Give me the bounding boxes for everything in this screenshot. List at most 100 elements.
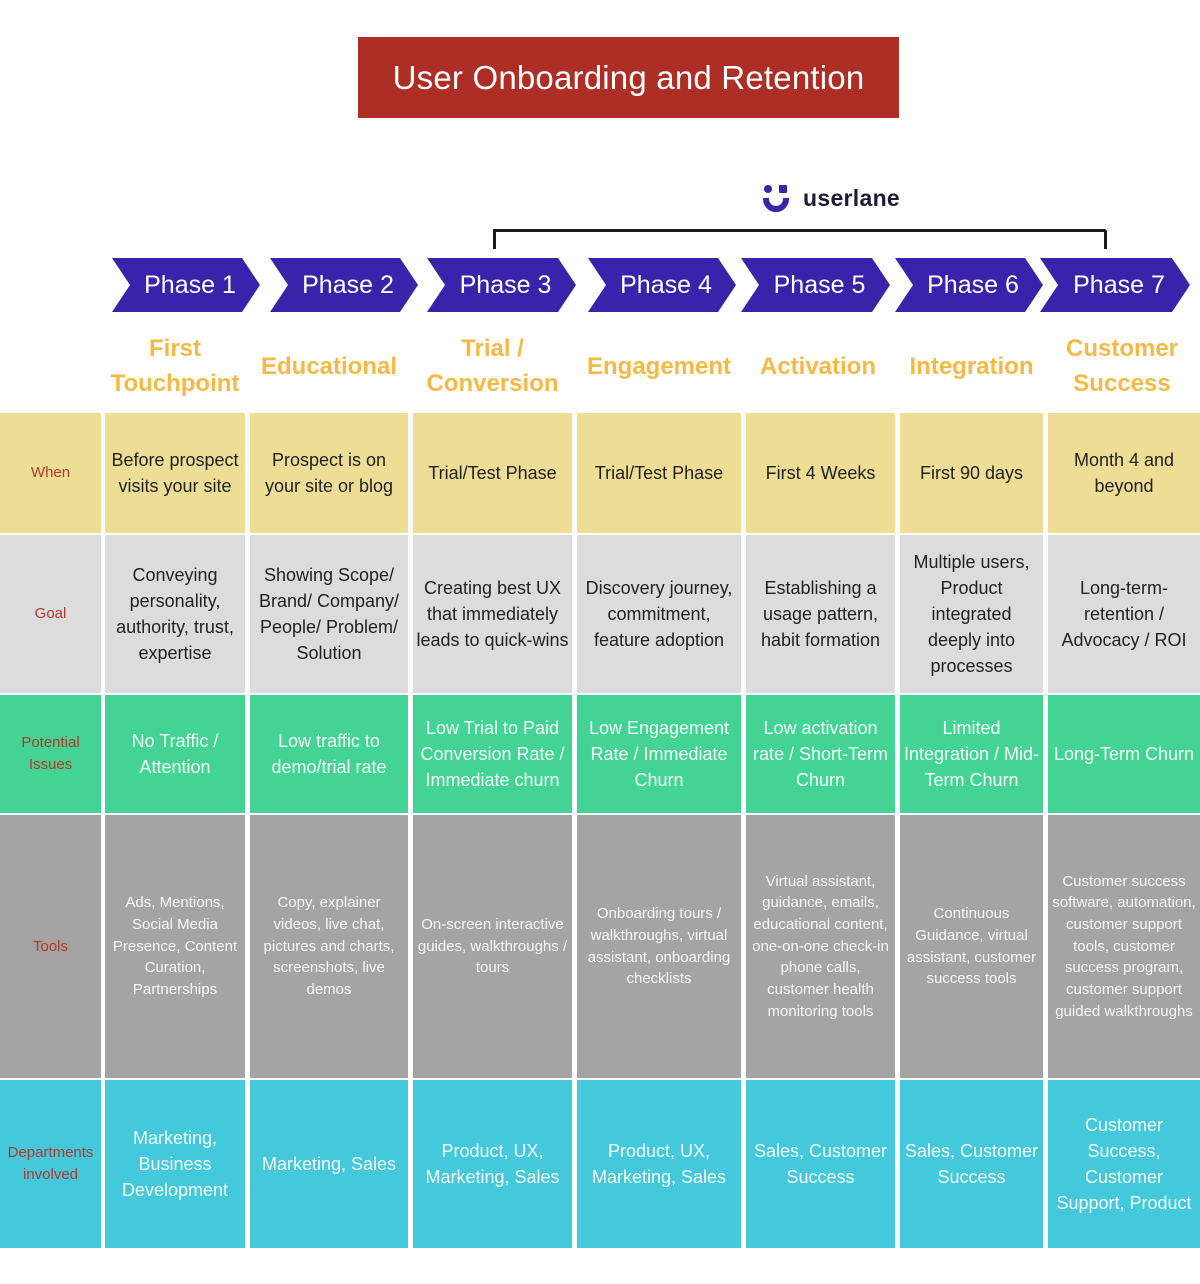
cell-text: Low traffic to demo/trial rate <box>271 731 387 777</box>
row-label-text: Potential Issues <box>21 734 80 773</box>
row-label-text: When <box>30 464 71 481</box>
cell-text: On-screen interactive guides, walkthroug… <box>417 915 568 977</box>
stage-title-1: First Touchpoint <box>110 335 240 397</box>
stage-title-5: Activation <box>759 352 876 380</box>
table-cell-when-phase-4: Trial/Test Phase <box>577 413 741 533</box>
table-cell-goal-phase-1: Conveying personality, authority, trust,… <box>105 535 245 693</box>
phase-arrow-6: Phase 6 <box>895 258 1043 312</box>
phase-arrow-2: Phase 2 <box>270 258 418 312</box>
table-cell-departments-involved-phase-3: Product, UX, Marketing, Sales <box>413 1080 572 1248</box>
cell-text: Trial/Test Phase <box>428 463 557 483</box>
cell-text: Low activation rate / Short-Term Churn <box>752 718 889 790</box>
table-cell-when-phase-5: First 4 Weeks <box>746 413 895 533</box>
table-cell-goal-phase-5: Establishing a usage pattern, habit form… <box>746 535 895 693</box>
cell-text: Before prospect visits your site <box>111 450 239 496</box>
table-cell-potential-issues-phase-1: No Traffic / Attention <box>105 695 245 813</box>
phase-label: Phase 5 <box>773 270 866 299</box>
row-label-departments-involved: Departments involved <box>0 1080 101 1248</box>
table-cell-potential-issues-phase-4: Low Engagement Rate / Immediate Churn <box>577 695 741 813</box>
cell-text: Sales, Customer Success <box>904 1141 1039 1187</box>
cell-text: First 4 Weeks <box>765 463 876 483</box>
brand-name: userlane <box>803 184 901 211</box>
cell-text: Low Trial to Paid Conversion Rate / Imme… <box>420 718 565 790</box>
table-cell-potential-issues-phase-7: Long-Term Churn <box>1048 695 1200 813</box>
cell-text: Establishing a usage pattern, habit form… <box>760 578 881 650</box>
stage-title-6: Integration <box>909 352 1034 380</box>
table-cell-goal-phase-6: Multiple users, Product integrated deepl… <box>900 535 1043 693</box>
table-cell-tools-phase-4: Onboarding tours / walkthroughs, virtual… <box>577 815 741 1078</box>
cell-text: Customer Success, Customer Support, Prod… <box>1056 1115 1192 1213</box>
table-cell-departments-involved-phase-4: Product, UX, Marketing, Sales <box>577 1080 741 1248</box>
phase-label: Phase 6 <box>927 270 1019 299</box>
stage-title-3: Trial / Conversion <box>426 335 559 397</box>
cell-text: Virtual assistant, guidance, emails, edu… <box>752 872 889 1020</box>
cell-text: Marketing, Business Development <box>121 1128 229 1200</box>
phase-label: Phase 7 <box>1073 270 1165 299</box>
cell-text: Trial/Test Phase <box>594 463 724 483</box>
table-cell-tools-phase-2: Copy, explainer videos, live chat, pictu… <box>250 815 408 1078</box>
cell-text: Creating best UX that immediately leads … <box>416 578 569 650</box>
table-cell-when-phase-2: Prospect is on your site or blog <box>250 413 408 533</box>
cell-text: Showing Scope/ Brand/ Company/ People/ P… <box>258 565 400 663</box>
stage-title-4: Engagement <box>586 352 732 380</box>
cell-text: Prospect is on your site or blog <box>264 450 394 496</box>
cell-text: Low Engagement Rate / Immediate Churn <box>588 718 730 790</box>
phase-arrow-3: Phase 3 <box>427 258 576 312</box>
cell-text: Sales, Customer Success <box>753 1141 888 1187</box>
stage-title-7: Customer Success <box>1065 335 1179 397</box>
cell-text: No Traffic / Attention <box>131 731 219 777</box>
table-cell-when-phase-3: Trial/Test Phase <box>413 413 572 533</box>
table-cell-when-phase-6: First 90 days <box>900 413 1043 533</box>
userlane-logo: userlane <box>763 184 900 212</box>
row-label-tools: Tools <box>0 815 101 1078</box>
phase-arrow-4: Phase 4 <box>588 258 736 312</box>
table-cell-departments-involved-phase-7: Customer Success, Customer Support, Prod… <box>1048 1080 1200 1248</box>
table-cell-goal-phase-7: Long-term-retention / Advocacy / ROI <box>1048 535 1200 693</box>
table-cell-goal-phase-4: Discovery journey, commitment, feature a… <box>577 535 741 693</box>
phase-arrow-5: Phase 5 <box>741 258 890 312</box>
phase-label: Phase 2 <box>302 270 394 299</box>
table-cell-when-phase-7: Month 4 and beyond <box>1048 413 1200 533</box>
cell-text: Long-Term Churn <box>1053 744 1195 764</box>
phase-label: Phase 4 <box>620 270 712 299</box>
page-title: User Onboarding and Retention <box>358 37 899 118</box>
table-cell-potential-issues-phase-5: Low activation rate / Short-Term Churn <box>746 695 895 813</box>
stage-title-2: Educational <box>260 352 398 380</box>
row-label-goal: Goal <box>0 535 101 693</box>
table-cell-tools-phase-5: Virtual assistant, guidance, emails, edu… <box>746 815 895 1078</box>
cell-text: Copy, explainer videos, live chat, pictu… <box>263 894 395 999</box>
cell-text: Conveying personality, authority, trust,… <box>116 565 234 663</box>
row-label-text: Departments involved <box>7 1144 94 1183</box>
phase-arrow-1: Phase 1 <box>112 258 260 312</box>
row-label-potential-issues: Potential Issues <box>0 695 101 813</box>
table-cell-potential-issues-phase-6: Limited Integration / Mid-Term Churn <box>900 695 1043 813</box>
row-label-when: When <box>0 413 101 533</box>
table-cell-when-phase-1: Before prospect visits your site <box>105 413 245 533</box>
table-cell-goal-phase-3: Creating best UX that immediately leads … <box>413 535 572 693</box>
cell-text: First 90 days <box>919 463 1024 483</box>
phase-arrow-7: Phase 7 <box>1040 258 1190 312</box>
table-cell-tools-phase-6: Continuous Guidance, virtual assistant, … <box>900 815 1043 1078</box>
cell-text: Onboarding tours / walkthroughs, virtual… <box>587 905 731 988</box>
phase-label: Phase 1 <box>144 270 236 299</box>
table-cell-goal-phase-2: Showing Scope/ Brand/ Company/ People/ P… <box>250 535 408 693</box>
phase-label: Phase 3 <box>459 270 552 299</box>
cell-text: Discovery journey, commitment, feature a… <box>585 578 733 650</box>
cell-text: Product, UX, Marketing, Sales <box>425 1141 560 1187</box>
table-cell-tools-phase-3: On-screen interactive guides, walkthroug… <box>413 815 572 1078</box>
cell-text: Limited Integration / Mid-Term Churn <box>903 718 1040 790</box>
row-label-text: Goal <box>34 605 67 622</box>
cell-text: Ads, Mentions, Social Media Presence, Co… <box>112 894 238 999</box>
table-cell-departments-involved-phase-2: Marketing, Sales <box>250 1080 408 1248</box>
table-cell-departments-involved-phase-5: Sales, Customer Success <box>746 1080 895 1248</box>
table-cell-tools-phase-7: Customer success software, automation, c… <box>1048 815 1200 1078</box>
cell-text: Marketing, Sales <box>261 1154 397 1174</box>
cell-text: Continuous Guidance, virtual assistant, … <box>906 905 1037 988</box>
table-cell-departments-involved-phase-1: Marketing, Business Development <box>105 1080 245 1248</box>
table-cell-departments-involved-phase-6: Sales, Customer Success <box>900 1080 1043 1248</box>
cell-text: Product, UX, Marketing, Sales <box>591 1141 727 1187</box>
cell-text: Multiple users, Product integrated deepl… <box>913 552 1030 676</box>
table-cell-potential-issues-phase-2: Low traffic to demo/trial rate <box>250 695 408 813</box>
cell-text: Customer success software, automation, c… <box>1052 872 1196 1020</box>
userlane-logo-icon <box>763 184 789 212</box>
